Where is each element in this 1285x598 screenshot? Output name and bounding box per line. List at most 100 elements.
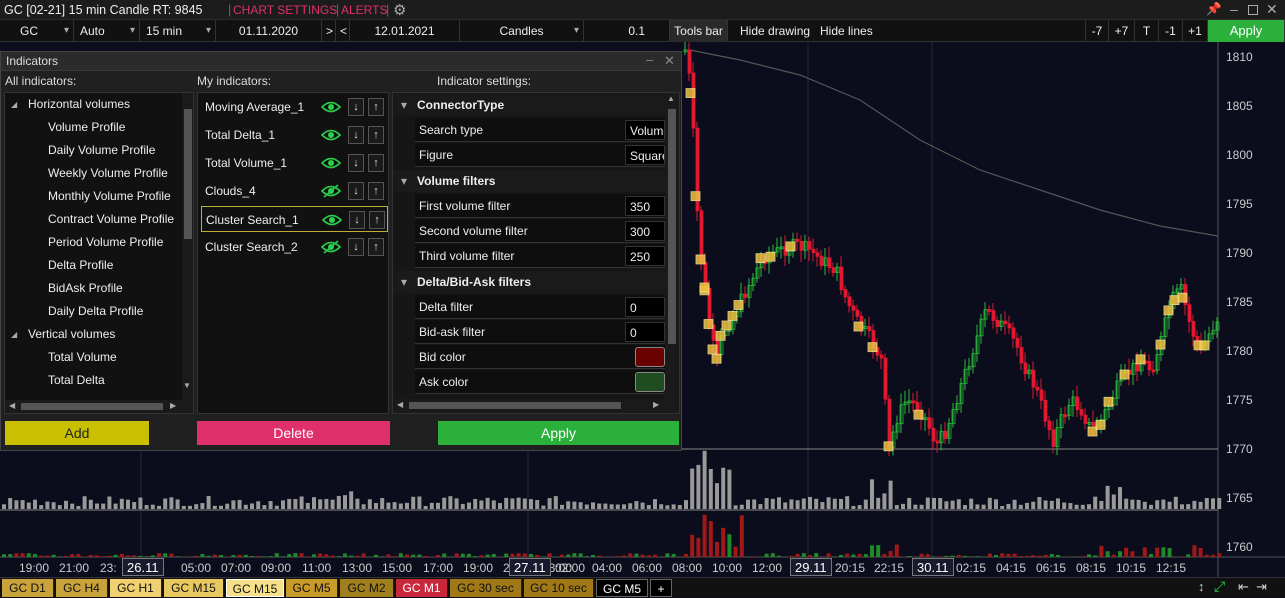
chart-tab[interactable]: GC 10 sec <box>524 579 594 597</box>
date-to-input[interactable]: 12.01.2021 <box>350 20 460 42</box>
all-indicator-item[interactable]: Weekly Volume Profile <box>5 162 168 185</box>
move-down-button[interactable]: ↓ <box>348 182 364 200</box>
my-indicator-item[interactable]: Cluster Search_2↓↑ <box>201 234 388 260</box>
hide-drawing-button[interactable]: Hide drawing <box>734 20 814 42</box>
move-down-button[interactable]: ↓ <box>349 211 365 229</box>
date-from-input[interactable]: 01.11.2020 <box>216 20 322 42</box>
settings-section-header[interactable]: Volume filters <box>393 170 670 192</box>
mode-select[interactable]: Auto <box>74 20 140 42</box>
my-indicator-item[interactable]: Cluster Search_1↓↑ <box>201 206 388 232</box>
settings-scrollbar[interactable]: ▲ <box>665 93 679 399</box>
setting-value-input[interactable]: 350 <box>625 196 665 216</box>
zoom-minus1-button[interactable]: -1 <box>1159 20 1183 42</box>
eye-icon[interactable] <box>321 100 341 114</box>
eye-icon[interactable] <box>321 156 341 170</box>
settings-hscroll[interactable]: ◀ ▶ <box>393 399 679 413</box>
all-indicator-item[interactable]: Monthly Volume Profile <box>5 185 171 208</box>
all-indicator-item[interactable]: ◢Vertical volumes <box>5 323 115 346</box>
chart-tab[interactable]: GC 30 sec <box>450 579 522 597</box>
move-up-button[interactable]: ↑ <box>368 126 384 144</box>
delete-button[interactable]: Delete <box>197 421 390 445</box>
maximize-icon[interactable] <box>1248 5 1258 15</box>
setting-value-input[interactable]: Volume <box>625 120 665 140</box>
dialog-titlebar[interactable]: Indicators – ✕ <box>1 52 681 71</box>
tools-bar-button[interactable]: Tools bar <box>670 20 728 42</box>
chart-type-select[interactable]: Candles <box>460 20 584 42</box>
chart-tab[interactable]: GC H4 <box>56 579 108 597</box>
my-indicator-item[interactable]: Moving Average_1↓↑ <box>201 94 388 120</box>
setting-value-input[interactable]: 0 <box>625 322 665 342</box>
eye-off-icon[interactable] <box>321 240 341 254</box>
all-indicator-item[interactable]: Daily Volume Profile <box>5 139 155 162</box>
all-indicator-item[interactable]: Period Volume Profile <box>5 231 163 254</box>
all-indicator-item[interactable]: Total Volume <box>5 346 117 369</box>
apply-button[interactable]: Apply <box>1208 20 1285 42</box>
hide-lines-button[interactable]: Hide lines <box>814 20 886 42</box>
eye-off-icon[interactable] <box>321 184 341 198</box>
move-up-button[interactable]: ↑ <box>368 182 384 200</box>
timeframe-select[interactable]: 15 min <box>140 20 216 42</box>
all-list-hscroll[interactable]: ◀ ▶ <box>5 400 182 414</box>
zoom-plus7-button[interactable]: +7 <box>1109 20 1135 42</box>
setting-value-input[interactable]: 250 <box>625 246 665 266</box>
all-indicator-item[interactable]: BidAsk Profile <box>5 277 123 300</box>
gear-icon[interactable]: ⚙ <box>393 1 406 19</box>
settings-section-header[interactable]: Delta/Bid-Ask filters <box>393 271 670 293</box>
all-indicator-item[interactable]: ◢Horizontal volumes <box>5 93 130 116</box>
move-down-button[interactable]: ↓ <box>348 98 364 116</box>
move-up-button[interactable]: ↑ <box>368 98 384 116</box>
chart-tab[interactable]: GC H1 <box>110 579 162 597</box>
all-indicators-list[interactable]: ◢Horizontal volumesVolume ProfileDaily V… <box>4 92 194 414</box>
panel-apply-button[interactable]: Apply <box>438 421 679 445</box>
move-down-button[interactable]: ↓ <box>348 126 364 144</box>
chart-tab[interactable]: GC M2 <box>340 579 394 597</box>
chart-tab[interactable]: + <box>650 579 672 597</box>
all-indicator-item[interactable]: Daily Delta Profile <box>5 300 143 323</box>
color-swatch[interactable] <box>635 372 665 392</box>
chart-tab[interactable]: GC M5 <box>596 579 648 597</box>
settings-grid[interactable]: ConnectorTypeSearch typeVolumeFigureSqua… <box>392 92 680 414</box>
expand-triangle-icon[interactable]: ◢ <box>11 323 17 346</box>
my-indicator-item[interactable]: Total Volume_1↓↑ <box>201 150 388 176</box>
zoom-plus1-button[interactable]: +1 <box>1183 20 1208 42</box>
eye-icon[interactable] <box>322 213 342 227</box>
all-indicator-item[interactable]: Delta Profile <box>5 254 113 277</box>
color-swatch[interactable] <box>635 347 665 367</box>
minimize-icon[interactable]: – <box>1230 1 1238 17</box>
my-indicator-item[interactable]: Total Delta_1↓↑ <box>201 122 388 148</box>
settings-section-header[interactable]: ConnectorType <box>393 94 670 116</box>
chart-tab[interactable]: GC D1 <box>2 579 54 597</box>
close-icon[interactable]: ✕ <box>1266 1 1278 18</box>
prev-button[interactable]: < <box>336 20 350 42</box>
move-down-button[interactable]: ↓ <box>348 154 364 172</box>
chart-tab[interactable]: GC M15 <box>164 579 224 597</box>
setting-value-input[interactable]: 300 <box>625 221 665 241</box>
chart-settings-link[interactable]: CHART SETTINGS <box>233 3 337 17</box>
move-up-button[interactable]: ↑ <box>368 238 384 256</box>
chart-tab[interactable]: GC M5 <box>286 579 338 597</box>
dialog-minimize-icon[interactable]: – <box>646 52 653 67</box>
dialog-close-icon[interactable]: ✕ <box>664 53 675 69</box>
chart-tab[interactable]: GC M1 <box>396 579 448 597</box>
zoom-t-button[interactable]: T <box>1135 20 1159 42</box>
pin-icon[interactable]: 📌 <box>1206 2 1222 17</box>
add-button[interactable]: Add <box>5 421 149 445</box>
scroll-right-icon[interactable]: ⇥ <box>1256 579 1267 595</box>
move-up-button[interactable]: ↑ <box>368 154 384 172</box>
eye-icon[interactable] <box>321 128 341 142</box>
all-indicator-item[interactable]: Total Delta <box>5 369 105 392</box>
all-list-scrollbar[interactable]: ▼ <box>182 93 194 413</box>
alerts-link[interactable]: ALERTS <box>341 3 387 17</box>
expand-triangle-icon[interactable]: ◢ <box>11 93 17 116</box>
move-down-button[interactable]: ↓ <box>348 238 364 256</box>
fullscreen-icon[interactable]: ⤢ <box>1214 578 1225 595</box>
scroll-left-icon[interactable]: ⇤ <box>1238 579 1249 595</box>
setting-value-input[interactable]: 0 <box>625 297 665 317</box>
all-indicator-item[interactable]: Volume Profile <box>5 116 125 139</box>
symbol-select[interactable]: GC <box>0 20 74 42</box>
move-up-button[interactable]: ↑ <box>369 211 385 229</box>
my-indicator-item[interactable]: Clouds_4↓↑ <box>201 178 388 204</box>
all-indicator-item[interactable]: Contract Volume Profile <box>5 208 174 231</box>
my-indicators-list[interactable]: Moving Average_1↓↑Total Delta_1↓↑Total V… <box>197 92 389 414</box>
step-input[interactable]: 0.1 <box>584 20 670 42</box>
